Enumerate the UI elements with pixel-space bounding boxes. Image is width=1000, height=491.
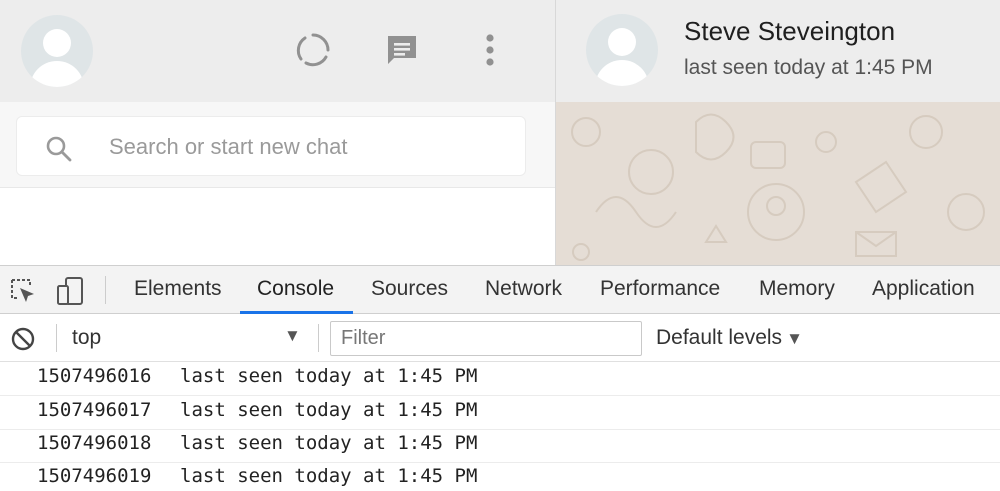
avatar-body-shape [595,60,649,86]
conversation-header[interactable]: Steve Steveington last seen today at 1:4… [556,0,1000,102]
my-avatar[interactable] [21,15,93,87]
tab-console[interactable]: Console [257,266,334,313]
log-levels-label: Default levels [656,326,783,349]
inspect-element-icon[interactable] [8,276,38,306]
toolbar-divider [105,276,106,304]
search-bar [0,102,555,188]
log-timestamp: 1507496016 [37,365,152,387]
contact-last-seen: last seen today at 1:45 PM [684,56,933,79]
tab-application[interactable]: Application [872,266,975,313]
chat-list-header [0,0,555,102]
log-text: last seen today at 1:45 PM [180,432,478,454]
conversation-pane: Steve Steveington last seen today at 1:4… [555,0,1000,265]
console-filter-input[interactable] [330,321,642,356]
search-input[interactable] [109,131,509,163]
dropdown-arrow-icon: ▼ [786,329,803,348]
search-box[interactable] [16,116,526,176]
contact-name: Steve Steveington [684,16,896,46]
log-text: last seen today at 1:45 PM [180,365,478,387]
chat-wallpaper [556,102,1000,265]
log-text: last seen today at 1:45 PM [180,465,478,487]
dropdown-arrow-icon: ▼ [284,326,301,345]
log-timestamp: 1507496019 [37,465,152,487]
console-toolbar: top ▼ Default levels▼ [0,314,1000,362]
new-chat-icon[interactable] [380,28,424,72]
devtools-panel: Elements Console Sources Network Perform… [0,265,1000,491]
console-message: 1507496018 last seen today at 1:45 PM [0,429,1000,463]
device-toolbar-icon[interactable] [56,276,86,306]
menu-dots-icon[interactable] [468,28,512,72]
whatsapp-web-app: Steve Steveington last seen today at 1:4… [0,0,1000,265]
console-message: 1507496016 last seen today at 1:45 PM [0,362,1000,396]
log-timestamp: 1507496017 [37,399,152,421]
clear-console-icon[interactable] [10,326,36,352]
context-value: top [72,326,102,349]
console-log: 1507496016 last seen today at 1:45 PM 15… [0,362,1000,491]
tab-memory[interactable]: Memory [759,266,835,313]
toolbar-divider [56,324,57,352]
chat-list-pane [0,0,555,265]
console-message: 1507496017 last seen today at 1:45 PM [0,396,1000,430]
contact-avatar[interactable] [586,14,658,86]
tab-sources[interactable]: Sources [371,266,448,313]
toolbar-divider [318,324,319,352]
tab-network[interactable]: Network [485,266,562,313]
context-selector[interactable]: top ▼ [62,320,310,356]
search-icon [46,136,72,162]
status-icon[interactable] [291,28,335,72]
tab-elements[interactable]: Elements [134,266,222,313]
avatar-body-shape [30,61,84,87]
avatar-head-shape [608,28,636,56]
log-timestamp: 1507496018 [37,432,152,454]
avatar-head-shape [43,29,71,57]
log-text: last seen today at 1:45 PM [180,399,478,421]
tab-performance[interactable]: Performance [600,266,720,313]
log-levels-dropdown[interactable]: Default levels ▼ [656,320,803,356]
wallpaper-doodles [571,113,985,261]
devtools-tab-bar: Elements Console Sources Network Perform… [0,266,1000,314]
console-message: 1507496019 last seen today at 1:45 PM [0,462,1000,491]
